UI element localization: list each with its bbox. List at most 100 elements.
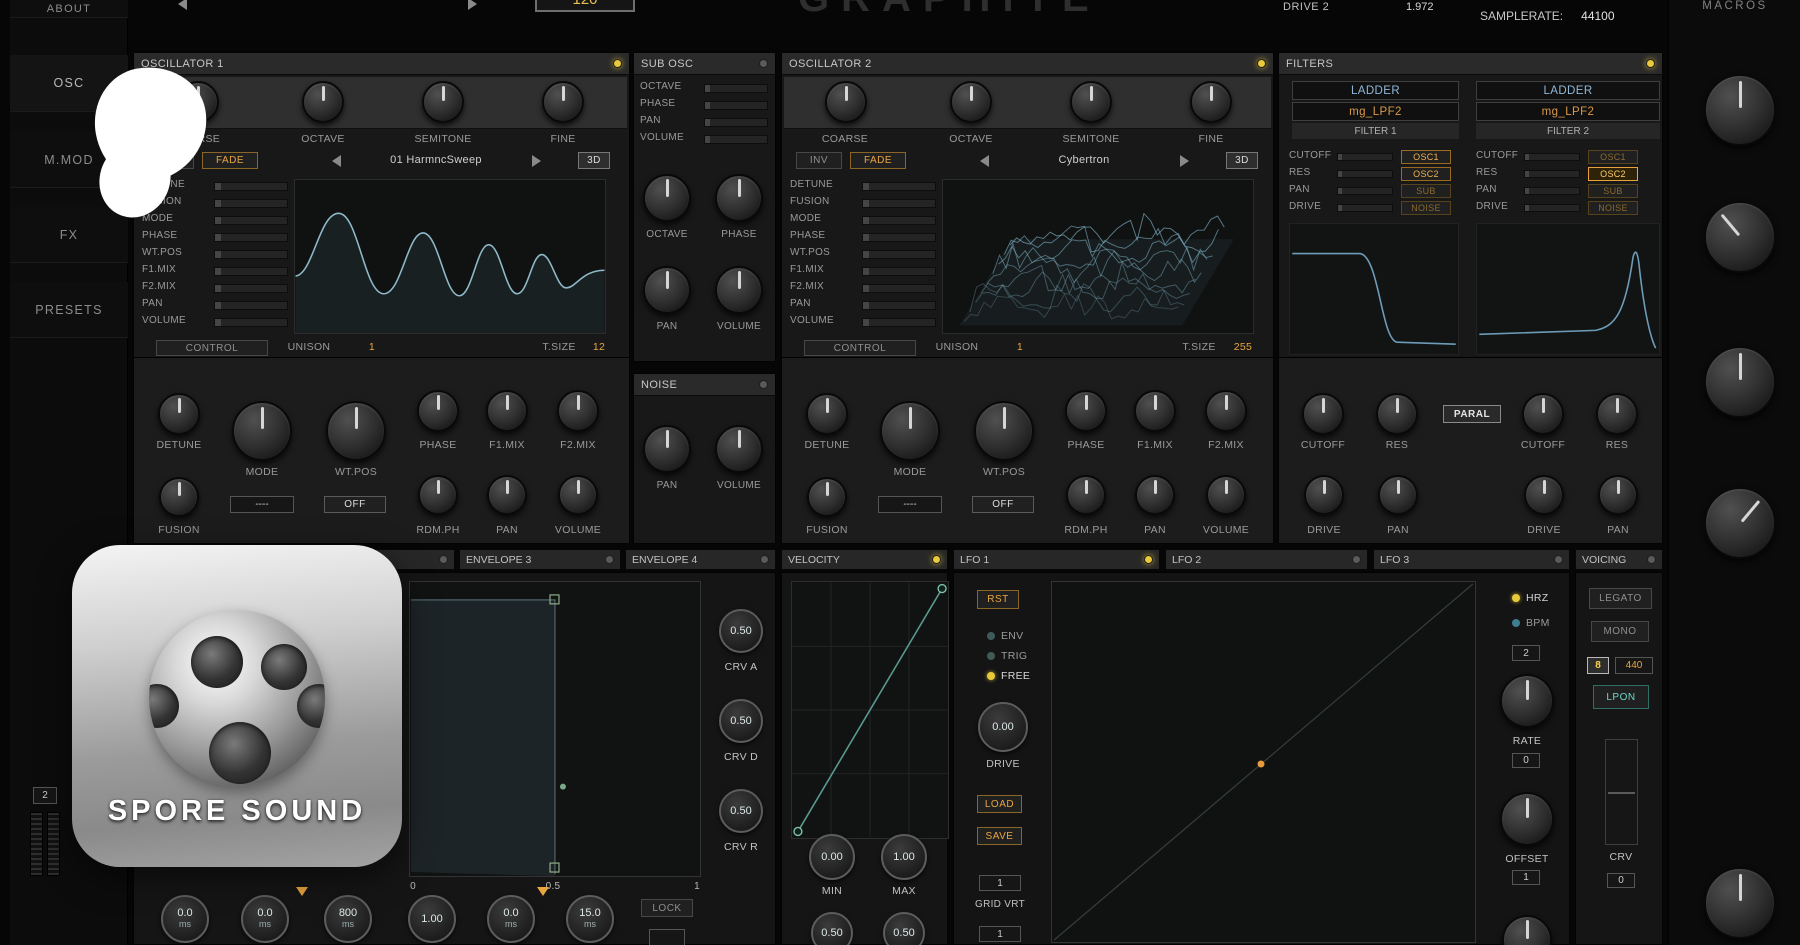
oscillator2-header[interactable]: OSCILLATOR 2	[782, 53, 1273, 75]
filter1-route-osc1[interactable]: OSC1	[1401, 150, 1451, 164]
osc1-waveform-display[interactable]	[294, 179, 606, 334]
osc1-octave-knob[interactable]	[302, 81, 344, 123]
subosc-param-meter[interactable]	[704, 101, 768, 110]
macro-knob-2[interactable]	[1704, 201, 1776, 273]
lfo-free-led[interactable]	[987, 672, 995, 680]
osc1-param-meter[interactable]	[214, 233, 288, 242]
filter1-param-meter[interactable]	[1337, 170, 1393, 178]
osc1-wavetable-next-icon[interactable]	[532, 155, 541, 167]
macro-knob-1[interactable]	[1704, 74, 1776, 146]
drive2-value[interactable]: 1.972	[1406, 1, 1434, 13]
next-global-arrow-icon[interactable]	[468, 0, 477, 10]
osc1-param-meter[interactable]	[214, 199, 288, 208]
mono-button[interactable]: MONO	[1591, 621, 1649, 642]
lfo-bpm-led[interactable]	[1512, 619, 1520, 627]
lfo-env-led[interactable]	[987, 632, 995, 640]
osc1-mode-select[interactable]: ----	[230, 496, 294, 513]
osc1-f2mix-knob[interactable]	[557, 390, 599, 432]
osc2-param-meter[interactable]	[862, 199, 936, 208]
osc1-3d-button[interactable]: 3D	[578, 152, 610, 169]
sidebar-item-fx[interactable]: FX	[10, 207, 128, 263]
lfo-hrz-led[interactable]	[1512, 594, 1520, 602]
osc2-param-meter[interactable]	[862, 301, 936, 310]
osc1-f1mix-knob[interactable]	[486, 390, 528, 432]
osc2-detune-knob[interactable]	[806, 393, 848, 435]
osc1-volume-knob[interactable]	[558, 475, 598, 515]
filter1-route-osc2[interactable]: OSC2	[1401, 167, 1451, 181]
lpon-button[interactable]: LPON	[1593, 685, 1649, 709]
lfo-drive-knob[interactable]: 0.00	[978, 702, 1028, 752]
filter1-response-display[interactable]	[1289, 223, 1459, 355]
osc2-unison-value[interactable]: 1	[1010, 341, 1030, 353]
filter2-param-meter[interactable]	[1524, 170, 1580, 178]
osc2-param-meter[interactable]	[862, 284, 936, 293]
osc1-param-meter[interactable]	[214, 182, 288, 191]
lfo-extra-knob[interactable]	[1502, 915, 1552, 945]
osc1-fusion-knob[interactable]	[159, 477, 199, 517]
osc2-param-meter[interactable]	[862, 233, 936, 242]
osc1-control-button[interactable]: CONTROL	[156, 340, 268, 356]
osc2-rdmph-knob[interactable]	[1066, 475, 1106, 515]
filter2-param-meter[interactable]	[1524, 153, 1580, 161]
filter1-cutoff-knob[interactable]	[1302, 393, 1344, 435]
tab-lfo-3[interactable]: LFO 3	[1373, 549, 1570, 570]
osc1-param-meter[interactable]	[214, 318, 288, 327]
oscillator1-header[interactable]: OSCILLATOR 1	[134, 53, 629, 75]
env-time-knob-decay[interactable]: 800 ms	[324, 895, 372, 943]
tab-voicing[interactable]: VOICING	[1575, 549, 1663, 570]
lfo-rst-button[interactable]: RST	[977, 590, 1019, 609]
filter1-drive-knob[interactable]	[1304, 475, 1344, 515]
lfo-grid-valbox[interactable]: 1	[979, 875, 1021, 891]
env-time-knob-release-b[interactable]: 15.0 ms	[566, 895, 614, 943]
osc1-mode-knob[interactable]	[232, 401, 292, 461]
velocity-hi-knob[interactable]: 0.50	[883, 912, 925, 945]
osc2-wavetable-prev-icon[interactable]	[980, 155, 989, 167]
filter1-pan-knob[interactable]	[1378, 475, 1418, 515]
velocity-min-knob[interactable]: 0.00	[809, 834, 855, 880]
subosc-phase-knob[interactable]	[715, 174, 763, 222]
filter1-param-meter[interactable]	[1337, 187, 1393, 195]
filter1-res-knob[interactable]	[1376, 393, 1418, 435]
osc2-control-button[interactable]: CONTROL	[804, 340, 916, 356]
osc1-fade-button[interactable]: FADE	[202, 152, 258, 169]
osc1-param-meter[interactable]	[214, 284, 288, 293]
noise-pan-knob[interactable]	[643, 425, 691, 473]
osc1-semitone-knob[interactable]	[422, 81, 464, 123]
env-time-knob-release-a[interactable]: 0.0 ms	[487, 895, 535, 943]
osc1-param-meter[interactable]	[214, 267, 288, 276]
tab-envelope-4[interactable]: ENVELOPE 4	[625, 549, 776, 570]
subosc-pan-knob[interactable]	[643, 266, 691, 314]
lfo-grid-valbox-2[interactable]: 1	[979, 926, 1021, 942]
voicing-crv-valbox[interactable]: 0	[1607, 873, 1635, 888]
env-time-knob-hold[interactable]: 0.0 ms	[241, 895, 289, 943]
filter2-route-osc1[interactable]: OSC1	[1588, 150, 1638, 164]
tab-envelope-3[interactable]: ENVELOPE 3	[459, 549, 621, 570]
osc2-param-meter[interactable]	[862, 267, 936, 276]
left-meter-1[interactable]	[30, 812, 43, 876]
voicing-crv-slider[interactable]	[1605, 739, 1638, 845]
env-time-knob-attack[interactable]: 0.0 ms	[161, 895, 209, 943]
osc2-f2mix-knob[interactable]	[1205, 390, 1247, 432]
left-step-valbox[interactable]: 2	[33, 787, 57, 804]
lfo-offset-valbox[interactable]: 1	[1512, 870, 1540, 885]
osc1-param-meter[interactable]	[214, 216, 288, 225]
osc2-param-meter[interactable]	[862, 318, 936, 327]
filter1-param-meter[interactable]	[1337, 153, 1393, 161]
osc2-mode-select[interactable]: ----	[878, 496, 942, 513]
osc2-mode-knob[interactable]	[880, 401, 940, 461]
lfo-offset-knob[interactable]	[1500, 792, 1554, 846]
left-meter-2[interactable]	[47, 812, 60, 876]
velocity-max-knob[interactable]: 1.00	[881, 834, 927, 880]
osc1-unison-value[interactable]: 1	[362, 341, 382, 353]
osc1-pan-knob[interactable]	[487, 475, 527, 515]
osc2-param-meter[interactable]	[862, 182, 936, 191]
subosc-volume-knob[interactable]	[715, 266, 763, 314]
osc2-fine-knob[interactable]	[1190, 81, 1232, 123]
crv-d-knob[interactable]: 0.50	[719, 699, 763, 743]
osc1-detune-knob[interactable]	[158, 393, 200, 435]
tab-lfo-2[interactable]: LFO 2	[1165, 549, 1368, 570]
tab-lfo-1[interactable]: LFO 1	[953, 549, 1160, 570]
osc2-wavetable-name[interactable]: Cybertron	[1004, 154, 1164, 166]
osc1-off-button[interactable]: OFF	[324, 496, 386, 513]
envelope-graph[interactable]	[409, 581, 701, 877]
